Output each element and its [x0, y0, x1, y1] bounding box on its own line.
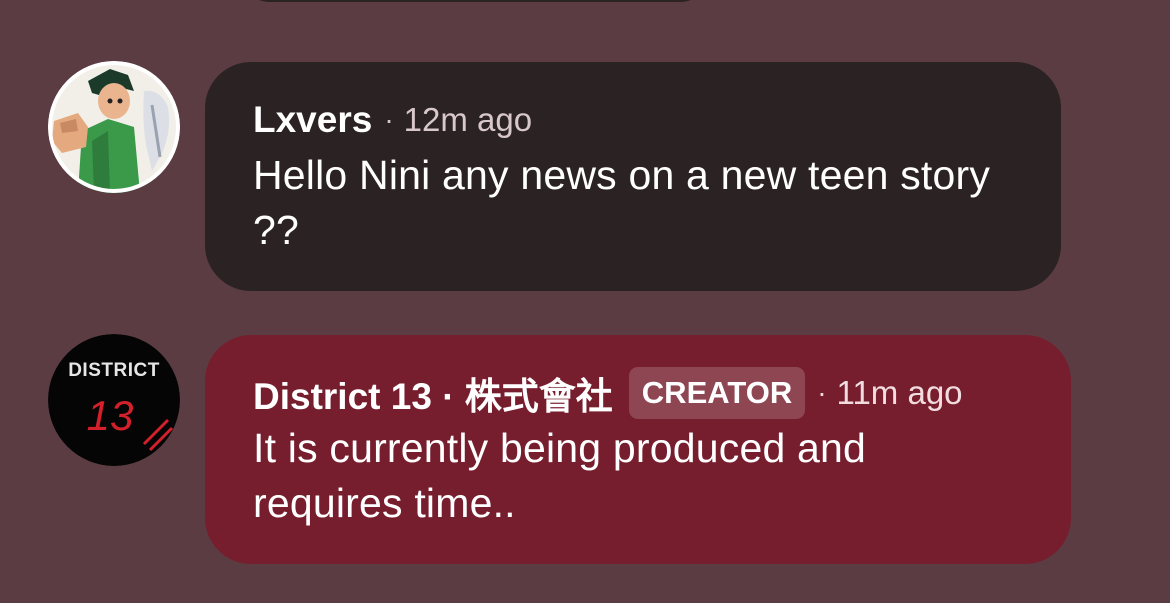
- previous-comment-bubble: [240, 0, 710, 2]
- comment-header: Lxvers · 12m ago: [253, 94, 1013, 146]
- creator-avatar[interactable]: DISTRICT 13: [48, 334, 180, 466]
- creator-badge: CREATOR: [628, 367, 806, 419]
- separator-dot: ·: [817, 377, 827, 408]
- creator-reply-bubble[interactable]: District 13 · 株式會社 CREATOR · 11m ago It …: [205, 335, 1071, 564]
- separator-dot: ·: [384, 104, 394, 135]
- comment-header: District 13 · 株式會社 CREATOR · 11m ago: [253, 367, 1023, 419]
- comment-text: Hello Nini any news on a new teen story …: [253, 152, 991, 253]
- comment-text: It is currently being produced and requi…: [253, 425, 867, 526]
- comment-timestamp: 11m ago: [836, 374, 963, 411]
- comment-author[interactable]: District 13 · 株式會社: [253, 366, 613, 420]
- svg-text:DISTRICT: DISTRICT: [68, 360, 160, 381]
- comment-bubble[interactable]: Lxvers · 12m ago Hello Nini any news on …: [205, 62, 1061, 291]
- comment-author[interactable]: Lxvers: [253, 99, 372, 141]
- comment-timestamp: 12m ago: [403, 101, 533, 138]
- anime-character-avatar-icon: [48, 61, 180, 193]
- svg-text:13: 13: [87, 392, 134, 439]
- user-avatar[interactable]: [48, 61, 180, 193]
- district-13-logo-icon: DISTRICT 13: [48, 334, 180, 466]
